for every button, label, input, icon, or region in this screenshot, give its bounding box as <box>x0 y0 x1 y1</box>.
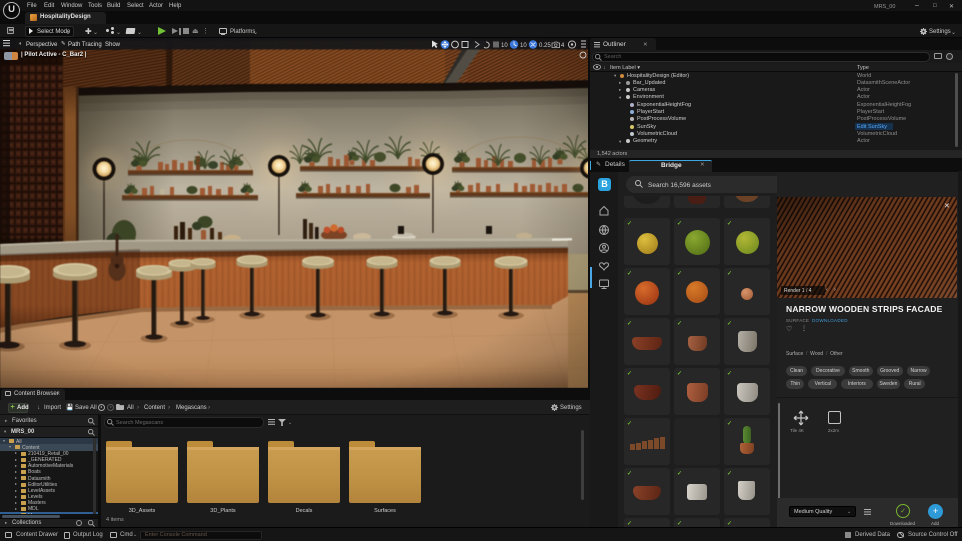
svg-text:10: 10 <box>501 43 508 49</box>
svg-text:0.25: 0.25 <box>539 43 551 49</box>
svg-text:10: 10 <box>520 43 527 49</box>
svg-text:4: 4 <box>561 43 565 49</box>
